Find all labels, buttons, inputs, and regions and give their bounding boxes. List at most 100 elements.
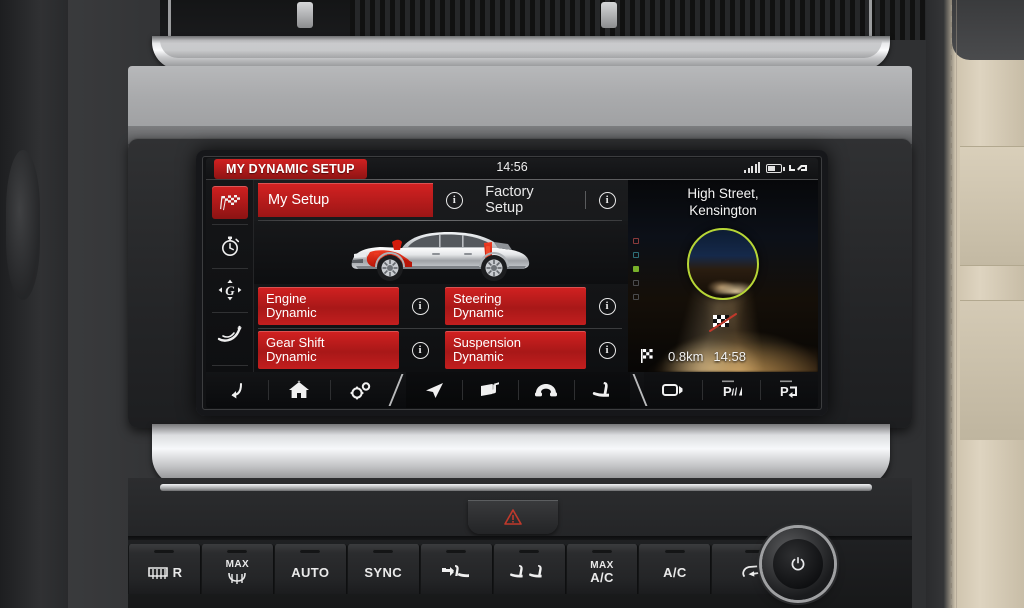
stopwatch-icon <box>221 236 239 256</box>
toolbar-group-mid <box>406 372 630 408</box>
nav-preview-circle[interactable] <box>687 228 759 300</box>
sidebar-item-lap-timer[interactable] <box>206 224 254 268</box>
seat-heaters-label <box>509 562 549 582</box>
tile-engine[interactable]: Engine Dynamic i <box>254 284 441 328</box>
info-icon: i <box>598 341 616 359</box>
rear-defrost-icon <box>147 567 168 579</box>
factory-setup-info-button[interactable]: i <box>586 191 628 209</box>
park-distance-icon: P <box>722 380 742 399</box>
toolbar-divider-slash <box>392 372 406 408</box>
tile-gear-shift-box[interactable]: Gear Shift Dynamic <box>258 331 399 369</box>
leather-panel-upper <box>960 146 1024 266</box>
leather-panel-lower <box>960 300 1024 440</box>
tile-steering-name: Steering <box>453 290 502 306</box>
nav-eta: 14:58 <box>713 348 746 364</box>
tile-engine-name: Engine <box>266 290 307 306</box>
vent-tab[interactable] <box>297 2 313 28</box>
toolbar-back-button[interactable] <box>206 372 268 408</box>
max-ac-label: MAX A/C <box>590 559 614 584</box>
tile-engine-info-button[interactable]: i <box>399 297 441 315</box>
tile-steering[interactable]: Steering Dynamic i <box>441 284 628 328</box>
sidebar-item-g-meter[interactable]: G <box>206 268 254 312</box>
lower-chrome-trim <box>152 424 890 486</box>
status-clock: 14:56 <box>496 160 528 174</box>
climate-auto-button[interactable]: AUTO <box>273 544 347 594</box>
toolbar-media-button[interactable] <box>462 372 518 408</box>
toolbar-park-assist-button[interactable]: P <box>760 372 818 408</box>
climate-airflow-button[interactable] <box>419 544 493 594</box>
tab-factory-setup[interactable]: Factory Setup <box>475 183 585 217</box>
home-icon <box>289 380 309 398</box>
toolbar-phone-button[interactable] <box>518 372 574 408</box>
toolbar-park-distance-button[interactable]: P <box>702 372 760 408</box>
nav-preview-road <box>695 260 757 294</box>
vent-tab[interactable] <box>601 2 617 28</box>
toolbar-home-button[interactable] <box>268 372 330 408</box>
max-ac-top: MAX <box>590 559 614 571</box>
right-trim-dark-top <box>952 0 1024 60</box>
tile-gear-shift-name: Gear Shift <box>266 334 325 350</box>
rear-defrost-text: R <box>172 564 183 580</box>
tab-my-setup[interactable]: My Setup <box>258 183 434 217</box>
vehicle-illustration <box>254 221 628 285</box>
gears-icon <box>350 382 371 400</box>
windscreen-defrost-icon <box>228 572 247 584</box>
tile-steering-info-button[interactable]: i <box>586 297 628 315</box>
button-nub <box>227 549 248 553</box>
nav-trip-summary: 0.8km 14:58 <box>640 348 746 364</box>
back-arrow-icon <box>231 383 242 399</box>
tile-steering-box[interactable]: Steering Dynamic <box>445 287 586 325</box>
climate-seat-heaters-button[interactable] <box>492 544 566 594</box>
tile-gear-shift[interactable]: Gear Shift Dynamic i <box>254 328 441 372</box>
infotainment-screen[interactable]: MY DYNAMIC SETUP 14:56 G My Setup i Fact… <box>206 158 818 408</box>
seat-icon <box>592 382 609 397</box>
indicator-dot[interactable] <box>633 238 639 244</box>
hazard-button[interactable] <box>468 500 558 534</box>
screen-toolbar: P P <box>206 372 818 408</box>
toolbar-seat-button[interactable] <box>574 372 630 408</box>
sidebar-item-dynamic-mode[interactable] <box>206 180 254 224</box>
toolbar-camera-button[interactable] <box>644 372 702 408</box>
sidebar-active-chip <box>211 185 248 219</box>
button-nub <box>519 549 540 553</box>
sidebar-item-cornering[interactable] <box>206 312 254 356</box>
auto-label: AUTO <box>291 564 330 580</box>
phone-icon <box>535 384 557 397</box>
my-setup-info-button[interactable]: i <box>433 191 475 209</box>
climate-rear-defrost-button[interactable]: R <box>128 544 201 594</box>
tile-suspension[interactable]: Suspension Dynamic i <box>441 328 628 372</box>
toolbar-settings-button[interactable] <box>330 372 392 408</box>
battery-icon <box>766 164 785 173</box>
lower-chrome-strip <box>160 484 872 491</box>
button-nub <box>154 549 175 553</box>
dashboard-background: MY DYNAMIC SETUP 14:56 G My Setup i Fact… <box>0 0 1024 608</box>
tile-suspension-name: Suspension <box>453 334 521 350</box>
screen-sidebar: G <box>206 180 254 372</box>
info-icon: i <box>598 297 616 315</box>
indicator-dot[interactable] <box>633 294 639 300</box>
power-knob[interactable] <box>762 528 834 600</box>
button-nub <box>300 549 321 553</box>
indicator-dot[interactable] <box>633 252 639 258</box>
climate-sync-button[interactable]: SYNC <box>346 544 420 594</box>
toolbar-group-right: P P <box>644 372 818 408</box>
climate-max-defrost-button[interactable]: MAX <box>200 544 274 594</box>
hazard-triangle-icon <box>504 509 522 525</box>
upper-chrome-inner <box>160 40 882 58</box>
indicator-dot-active[interactable] <box>633 266 639 272</box>
climate-ac-button[interactable]: A/C <box>638 544 712 594</box>
tile-gear-shift-info-button[interactable]: i <box>399 341 441 359</box>
tile-suspension-info-button[interactable]: i <box>586 341 628 359</box>
indicator-dot[interactable] <box>633 280 639 286</box>
park-assist-icon: P <box>780 380 797 399</box>
toolbar-navigation-button[interactable] <box>406 372 462 408</box>
tile-suspension-box[interactable]: Suspension Dynamic <box>445 331 586 369</box>
tile-suspension-value: Dynamic <box>453 348 504 364</box>
airflow-icon <box>442 565 470 578</box>
navigation-panel[interactable]: High Street, Kensington 0.8km 14:58 <box>628 180 818 372</box>
climate-max-ac-button[interactable]: MAX A/C <box>565 544 639 594</box>
screen-content: G My Setup i Factory Setup i Engine Dyna… <box>206 180 818 372</box>
info-icon: i <box>445 191 463 209</box>
checkered-flags-icon <box>219 195 240 211</box>
tile-engine-box[interactable]: Engine Dynamic <box>258 287 399 325</box>
